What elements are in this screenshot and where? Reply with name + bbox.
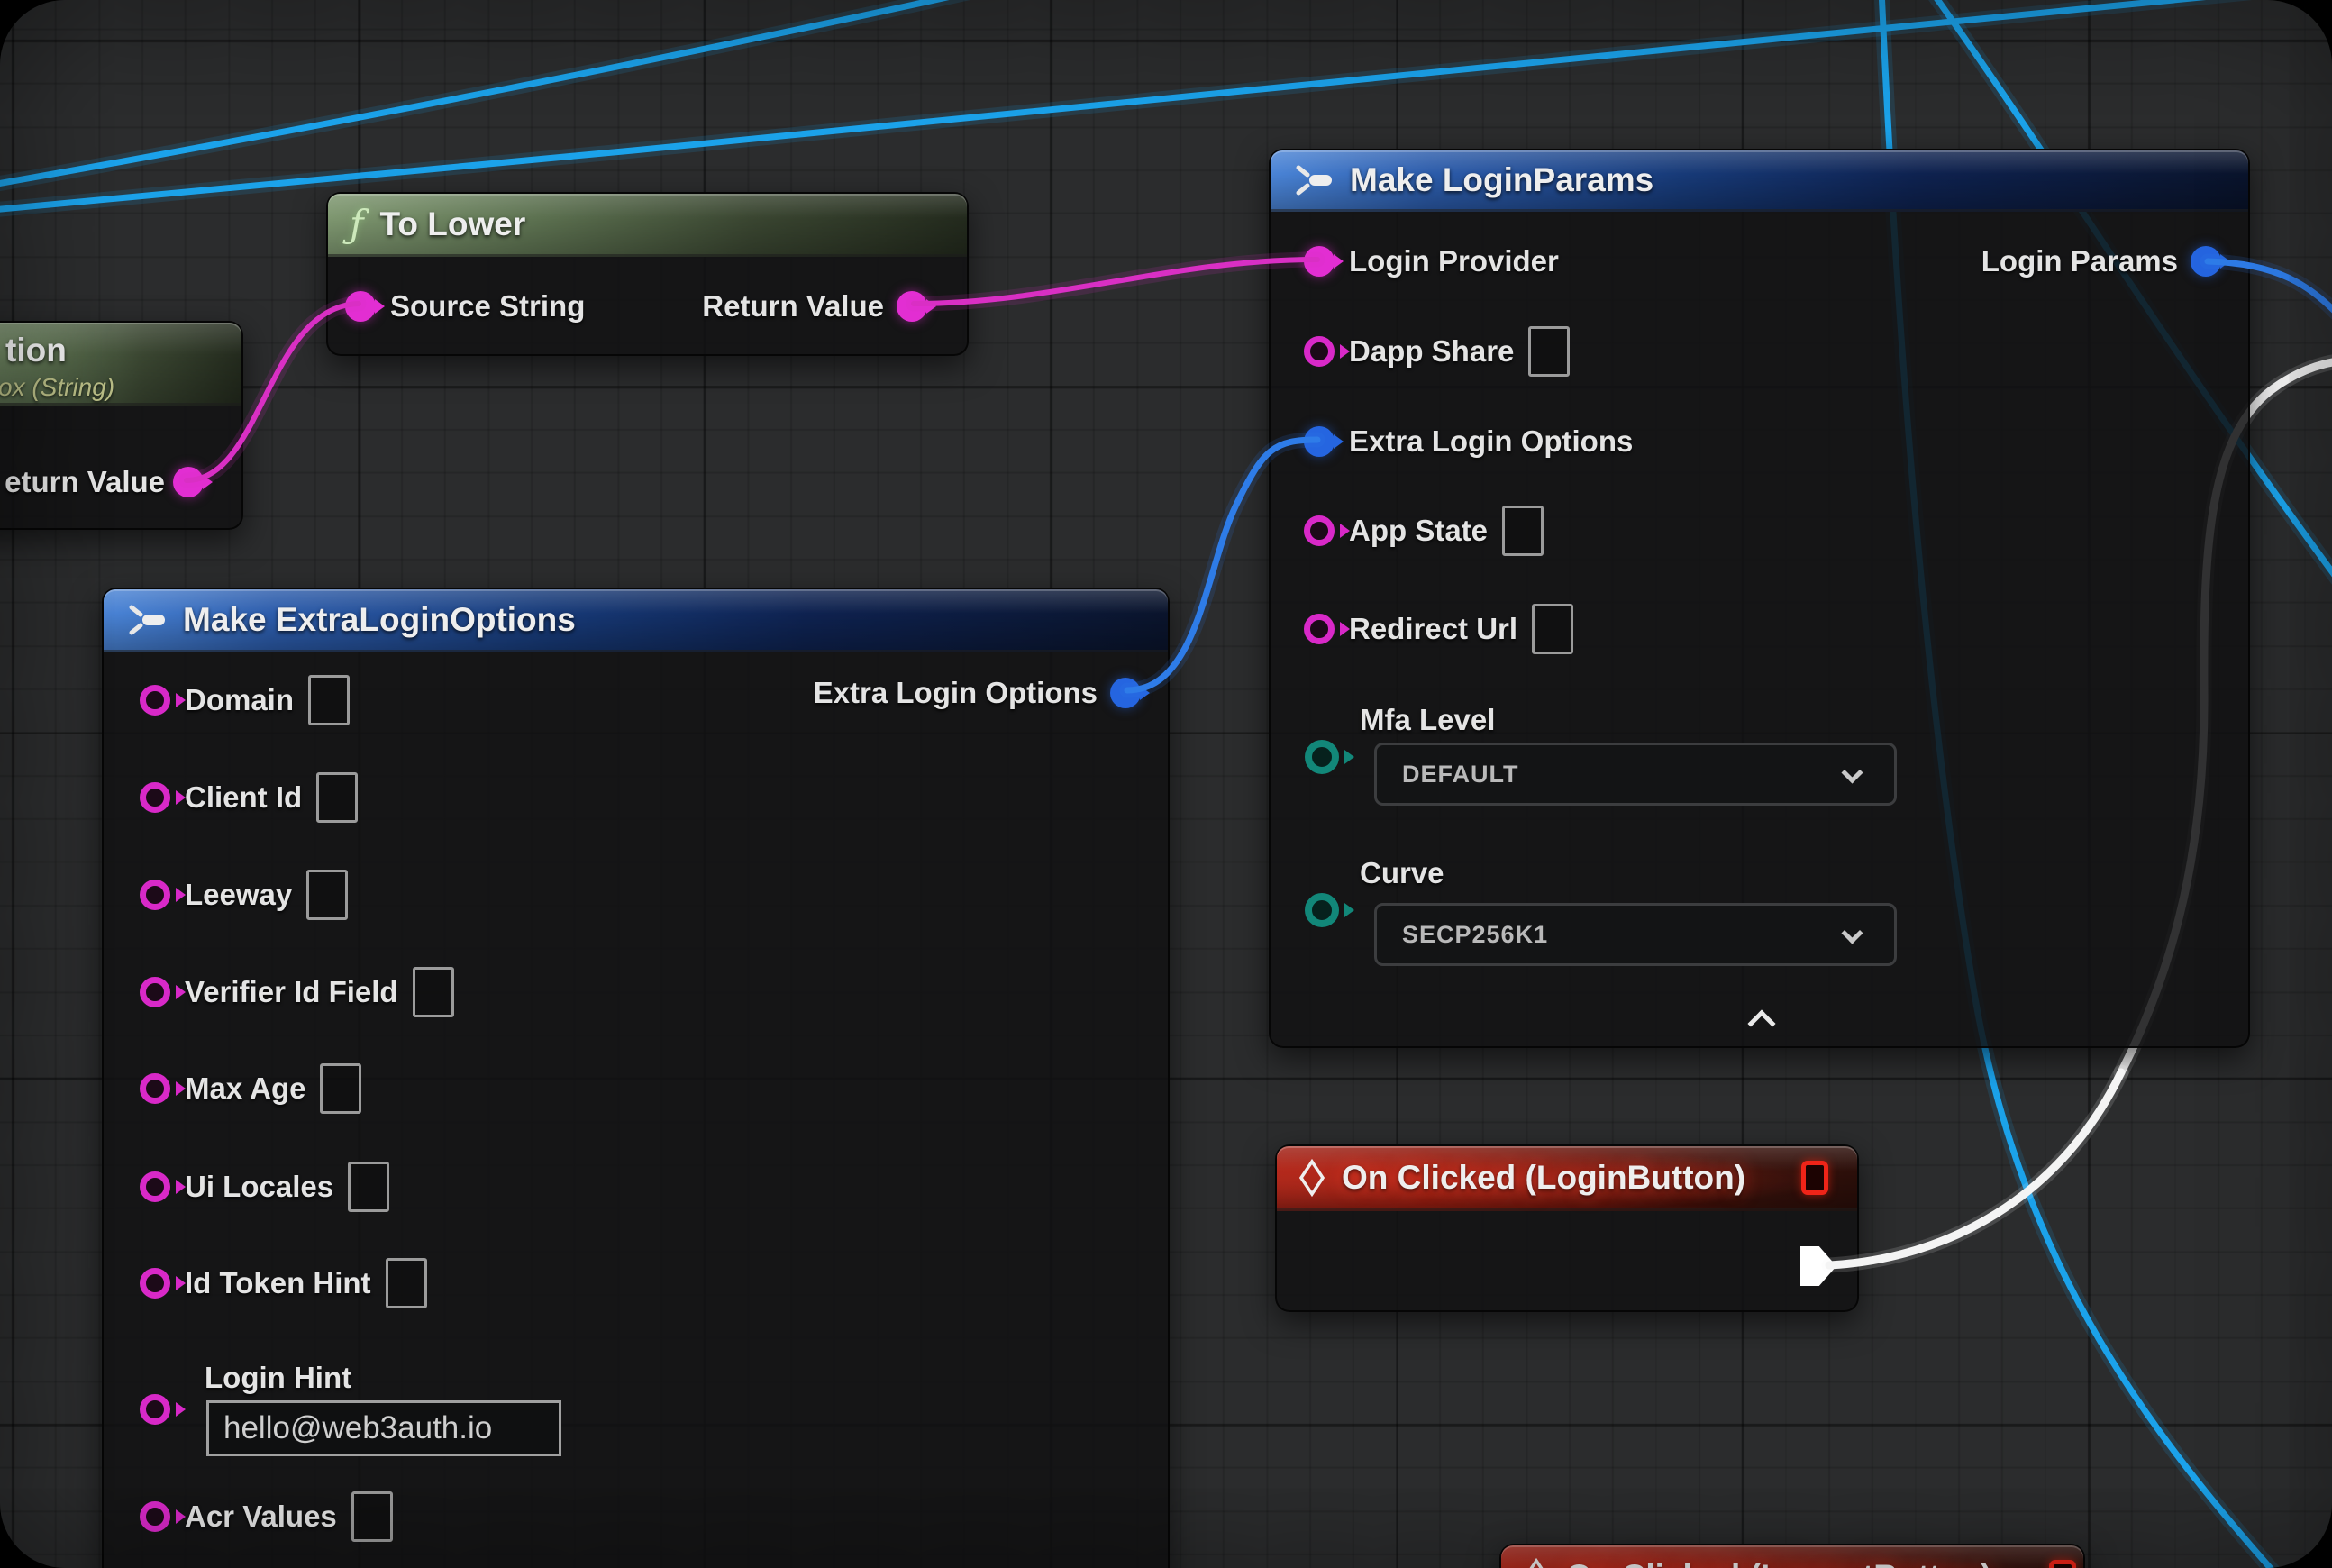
pin-label-client-id: Client Id bbox=[185, 780, 302, 815]
node-title: tion bbox=[5, 332, 67, 369]
pin-label-login-params-out: Login Params bbox=[1981, 244, 2178, 278]
pin-curve-input[interactable] bbox=[1305, 893, 1339, 927]
node-make-login-params[interactable]: Make LoginParams Login Params Login Prov… bbox=[1269, 149, 2250, 1048]
node-on-clicked-logout-button[interactable]: On Clicked (LogoutButton) bbox=[1499, 1544, 2085, 1568]
pin-label-extra-login-options: Extra Login Options bbox=[1349, 424, 1633, 459]
curve-dropdown[interactable]: SECP256K1 bbox=[1374, 903, 1897, 966]
node-title: Make ExtraLoginOptions bbox=[183, 601, 576, 639]
exec-out-pin[interactable] bbox=[1800, 1246, 1836, 1286]
pin-ui-locales-input[interactable] bbox=[140, 1171, 170, 1202]
pin-domain-input[interactable] bbox=[140, 685, 170, 716]
curve-value: SECP256K1 bbox=[1402, 921, 1548, 949]
pin-label-extra-login-options-out: Extra Login Options bbox=[814, 676, 1098, 710]
node-on-clicked-login-button[interactable]: On Clicked (LoginButton) bbox=[1275, 1144, 1859, 1312]
blueprint-graph-canvas[interactable]: tion ox (String) eturn Value ƒ To Lower … bbox=[0, 0, 2332, 1568]
pin-label-return-value: Return Value bbox=[702, 289, 884, 324]
pin-dapp-share-input[interactable] bbox=[1304, 336, 1335, 367]
pin-extra-login-options-input[interactable] bbox=[1304, 426, 1335, 457]
pin-leeway-input[interactable] bbox=[140, 880, 170, 910]
collapse-advanced-button[interactable] bbox=[1752, 1014, 1772, 1038]
node-title: Make LoginParams bbox=[1350, 161, 1653, 199]
textbox-acr-values[interactable] bbox=[351, 1491, 393, 1542]
pin-label-redirect-url: Redirect Url bbox=[1349, 612, 1517, 646]
login-hint-textbox[interactable]: hello@web3auth.io bbox=[206, 1400, 561, 1456]
textbox-redirect-url[interactable] bbox=[1532, 604, 1573, 654]
textbox-app-state[interactable] bbox=[1502, 506, 1544, 556]
pin-login-params-output[interactable] bbox=[2191, 246, 2221, 277]
mfa-level-dropdown[interactable]: DEFAULT bbox=[1374, 743, 1897, 806]
pin-label-dapp-share: Dapp Share bbox=[1349, 334, 1514, 369]
node-title: On Clicked (LogoutButton) bbox=[1566, 1558, 1992, 1568]
node-title: To Lower bbox=[380, 205, 526, 243]
pin-login-hint-input[interactable] bbox=[140, 1394, 170, 1425]
pin-login-provider-input[interactable] bbox=[1304, 246, 1335, 277]
pin-label-ui-locales: Ui Locales bbox=[185, 1170, 333, 1204]
textbox-verifier-id-field[interactable] bbox=[413, 967, 454, 1017]
mfa-level-value: DEFAULT bbox=[1402, 761, 1519, 789]
pin-return-value-output[interactable] bbox=[897, 291, 927, 322]
pin-label-verifier-id-field: Verifier Id Field bbox=[185, 975, 398, 1009]
pin-client-id-input[interactable] bbox=[140, 782, 170, 813]
pin-label-login-provider: Login Provider bbox=[1349, 244, 1559, 278]
pin-label-mfa-level: Mfa Level bbox=[1360, 703, 1495, 737]
textbox-ui-locales[interactable] bbox=[348, 1162, 389, 1212]
node-subtitle: ox (String) bbox=[0, 373, 114, 402]
textbox-max-age[interactable] bbox=[320, 1063, 361, 1114]
pin-label-leeway: Leeway bbox=[185, 878, 292, 912]
chevron-down-icon bbox=[1841, 761, 1863, 783]
event-diamond-icon bbox=[1523, 1558, 1550, 1568]
pin-app-state-input[interactable] bbox=[1304, 515, 1335, 546]
pure-function-icon: ƒ bbox=[350, 205, 364, 243]
pin-label-login-hint: Login Hint bbox=[205, 1361, 351, 1395]
node-string-source-partial[interactable]: tion ox (String) eturn Value bbox=[0, 321, 243, 530]
make-struct-icon bbox=[1292, 162, 1334, 198]
pin-label-max-age: Max Age bbox=[185, 1071, 305, 1106]
pin-id-token-hint-input[interactable] bbox=[140, 1268, 170, 1299]
pin-extra-login-options-output[interactable] bbox=[1110, 678, 1141, 708]
node-title: On Clicked (LoginButton) bbox=[1342, 1159, 1745, 1197]
pin-acr-values-input[interactable] bbox=[140, 1501, 170, 1532]
pin-label-id-token-hint: Id Token Hint bbox=[185, 1266, 371, 1300]
bound-widget-event-icon bbox=[1801, 1161, 1828, 1195]
pin-label-domain: Domain bbox=[185, 683, 294, 717]
pin-mfa-level-input[interactable] bbox=[1305, 740, 1339, 774]
pin-label-return-value: eturn Value bbox=[5, 465, 165, 499]
pin-label-source-string: Source String bbox=[390, 289, 585, 324]
pin-max-age-input[interactable] bbox=[140, 1073, 170, 1104]
chevron-up-icon bbox=[1747, 1009, 1775, 1037]
textbox-client-id[interactable] bbox=[316, 772, 358, 823]
bound-widget-event-icon bbox=[2049, 1560, 2076, 1568]
pin-redirect-url-input[interactable] bbox=[1304, 614, 1335, 644]
textbox-leeway[interactable] bbox=[306, 870, 348, 920]
textbox-domain[interactable] bbox=[308, 675, 350, 725]
pin-label-app-state: App State bbox=[1349, 514, 1488, 548]
make-struct-icon bbox=[125, 602, 167, 638]
pin-source-string-input[interactable] bbox=[345, 291, 376, 322]
pin-verifier-id-field-input[interactable] bbox=[140, 977, 170, 1007]
event-diamond-icon bbox=[1298, 1159, 1325, 1197]
chevron-down-icon bbox=[1841, 922, 1863, 944]
node-to-lower[interactable]: ƒ To Lower Source String Return Value bbox=[326, 192, 969, 356]
pin-label-curve: Curve bbox=[1360, 856, 1444, 890]
pin-return-value-output[interactable] bbox=[173, 467, 204, 497]
textbox-dapp-share[interactable] bbox=[1528, 326, 1570, 377]
textbox-id-token-hint[interactable] bbox=[386, 1258, 427, 1308]
pin-label-acr-values: Acr Values bbox=[185, 1500, 337, 1534]
node-make-extra-login-options[interactable]: Make ExtraLoginOptions Extra Login Optio… bbox=[102, 588, 1170, 1568]
